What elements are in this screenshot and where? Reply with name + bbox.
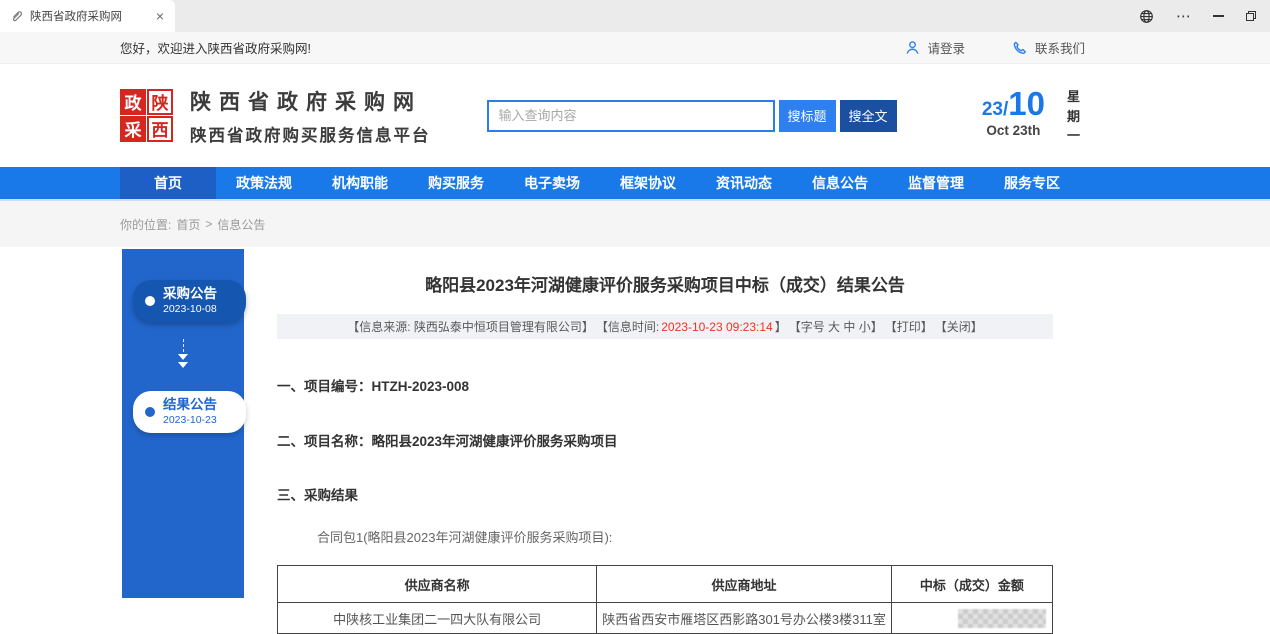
weekday-vertical: 星 期 一	[1067, 87, 1080, 146]
nav-item-announcements[interactable]: 信息公告	[792, 167, 888, 199]
meta-time-label: 【信息时间:	[596, 318, 659, 335]
site-logo: 政 陕 采 西	[120, 89, 174, 143]
table-header-award-amount: 中标（成交）金额	[891, 566, 1052, 603]
meta-source: 【信息来源: 陕西弘泰中恒项目管理有限公司】	[347, 318, 594, 335]
paperclip-favicon-icon	[10, 10, 23, 23]
meta-font-size-controls[interactable]: 【字号 大 中 小】	[789, 318, 883, 335]
contact-label: 联系我们	[1035, 38, 1085, 57]
search-input[interactable]	[487, 100, 775, 132]
browser-tab[interactable]: 陕西省政府采购网 ×	[0, 0, 175, 32]
logo-char: 西	[147, 116, 173, 142]
table-row: 中陕核工业集团二一四大队有限公司 陕西省西安市雁塔区西影路301号办公楼3楼31…	[278, 603, 1053, 634]
timeline-dot	[145, 296, 155, 306]
table-header-supplier-name: 供应商名称	[278, 566, 597, 603]
sidebar-item-label: 采购公告	[163, 286, 217, 303]
meta-time-close: 】	[775, 318, 787, 335]
date-english: Oct 23th	[982, 123, 1045, 138]
nav-item-supervision[interactable]: 监督管理	[888, 167, 984, 199]
login-link[interactable]: 请登录	[905, 38, 965, 57]
breadcrumb-separator: >	[205, 217, 212, 231]
site-subtitle: 陕西省政府购买服务信息平台	[190, 122, 431, 146]
timeline-dot	[145, 407, 155, 417]
welcome-bar: 您好，欢迎进入陕西省政府采购网! 请登录 联系我们	[0, 32, 1270, 64]
breadcrumb-band: 你的位置: 首页 > 信息公告	[0, 201, 1270, 247]
welcome-links: 请登录 联系我们	[905, 38, 1085, 57]
sidebar-item-label: 结果公告	[163, 397, 217, 414]
nav-item-functions[interactable]: 机构职能	[312, 167, 408, 199]
date-numbers: 23/10 Oct 23th	[982, 85, 1045, 138]
contact-link[interactable]: 联系我们	[1013, 38, 1085, 57]
cell-supplier-name: 中陕核工业集团二一四大队有限公司	[278, 603, 597, 634]
table-header-row: 供应商名称 供应商地址 中标（成交）金额	[278, 566, 1053, 603]
nav-item-home[interactable]: 首页	[120, 167, 216, 199]
phone-icon	[1013, 40, 1028, 55]
sidebar-item-date: 2023-10-23	[163, 414, 217, 427]
date-widget: 23/10 Oct 23th 星 期 一	[982, 85, 1080, 146]
restore-window-icon[interactable]	[1246, 11, 1256, 21]
timeline-arrow-down-icon	[122, 339, 244, 368]
search-group: 搜标题 搜全文	[487, 100, 897, 132]
cell-supplier-address: 陕西省西安市雁塔区西影路301号办公楼3楼311室	[597, 603, 892, 634]
browser-controls: ⋯	[1139, 0, 1270, 32]
article-title: 略阳县2023年河湖健康评价服务采购项目中标（成交）结果公告	[277, 271, 1053, 296]
globe-icon[interactable]	[1139, 9, 1154, 24]
breadcrumb-home-link[interactable]: 首页	[176, 216, 200, 233]
timeline-sidebar: 采购公告 2023-10-08 结果公告 2023-10-23	[122, 249, 244, 598]
meta-time-value: 2023-10-23 09:23:14	[661, 320, 772, 334]
user-icon	[905, 40, 920, 55]
article-content: 略阳县2023年河湖健康评价服务采购项目中标（成交）结果公告 【信息来源: 陕西…	[277, 247, 1053, 634]
weekday-char: 期	[1067, 107, 1080, 127]
date-month: 10	[1008, 85, 1045, 122]
site-titles: 陕西省政府采购网 陕西省政府购买服务信息平台	[190, 86, 431, 146]
weekday-char: 星	[1067, 87, 1080, 107]
breadcrumb-current-link[interactable]: 信息公告	[217, 216, 265, 233]
breadcrumb-prefix: 你的位置:	[120, 216, 171, 233]
sidebar-item-purchase-announcement[interactable]: 采购公告 2023-10-08	[133, 280, 246, 322]
logo-char: 采	[120, 116, 146, 142]
project-name-line: 二、项目名称：略阳县2023年河湖健康评价服务采购项目	[277, 430, 1053, 450]
nav-item-service-zone[interactable]: 服务专区	[984, 167, 1080, 199]
cell-award-amount	[891, 603, 1052, 634]
nav-item-framework-agreement[interactable]: 框架协议	[600, 167, 696, 199]
nav-item-news[interactable]: 资讯动态	[696, 167, 792, 199]
breadcrumb: 你的位置: 首页 > 信息公告	[120, 216, 265, 233]
site-title: 陕西省政府采购网	[190, 86, 431, 116]
tab-close-icon[interactable]: ×	[153, 9, 167, 23]
welcome-greeting: 您好，欢迎进入陕西省政府采购网!	[120, 38, 311, 57]
browser-menu-icon[interactable]: ⋯	[1176, 9, 1191, 24]
nav-item-e-marketplace[interactable]: 电子卖场	[504, 167, 600, 199]
logo-char: 陕	[147, 89, 173, 115]
project-number-line: 一、项目编号：HTZH-2023-008	[277, 375, 1053, 395]
browser-window: 陕西省政府采购网 × ⋯ 您好，欢迎进入陕西省政府采购网! 请登录 联系我们 政	[0, 0, 1270, 600]
search-fulltext-button[interactable]: 搜全文	[840, 100, 897, 132]
article-meta-bar: 【信息来源: 陕西弘泰中恒项目管理有限公司】 【信息时间: 2023-10-23…	[277, 314, 1053, 339]
redacted-amount-blur	[958, 609, 1046, 628]
sidebar-item-date: 2023-10-08	[163, 303, 217, 316]
sidebar-item-result-announcement[interactable]: 结果公告 2023-10-23	[133, 391, 246, 433]
site-header: 政 陕 采 西 陕西省政府采购网 陕西省政府购买服务信息平台 搜标题 搜全文 2…	[0, 64, 1270, 167]
logo-char: 政	[120, 89, 146, 115]
result-heading-line: 三、采购结果	[277, 484, 1053, 504]
nav-item-policies[interactable]: 政策法规	[216, 167, 312, 199]
minimize-icon[interactable]	[1213, 15, 1224, 17]
weekday-char: 一	[1067, 126, 1080, 146]
nav-item-purchase-services[interactable]: 购买服务	[408, 167, 504, 199]
browser-tab-bar: 陕西省政府采购网 × ⋯	[0, 0, 1270, 32]
main-area: 采购公告 2023-10-08 结果公告 2023-10-23 略阳县2023年…	[0, 247, 1270, 598]
table-header-supplier-address: 供应商地址	[597, 566, 892, 603]
tab-title: 陕西省政府采购网	[30, 8, 146, 24]
date-day: 23	[982, 99, 1003, 120]
login-label: 请登录	[927, 38, 965, 57]
package-line: 合同包1(略阳县2023年河湖健康评价服务采购项目):	[277, 527, 1053, 546]
meta-close-button[interactable]: 【关闭】	[935, 318, 983, 335]
main-nav: 首页 政策法规 机构职能 购买服务 电子卖场 框架协议 资讯动态 信息公告 监督…	[0, 167, 1270, 201]
meta-print-button[interactable]: 【打印】	[885, 318, 933, 335]
search-title-button[interactable]: 搜标题	[779, 100, 836, 132]
